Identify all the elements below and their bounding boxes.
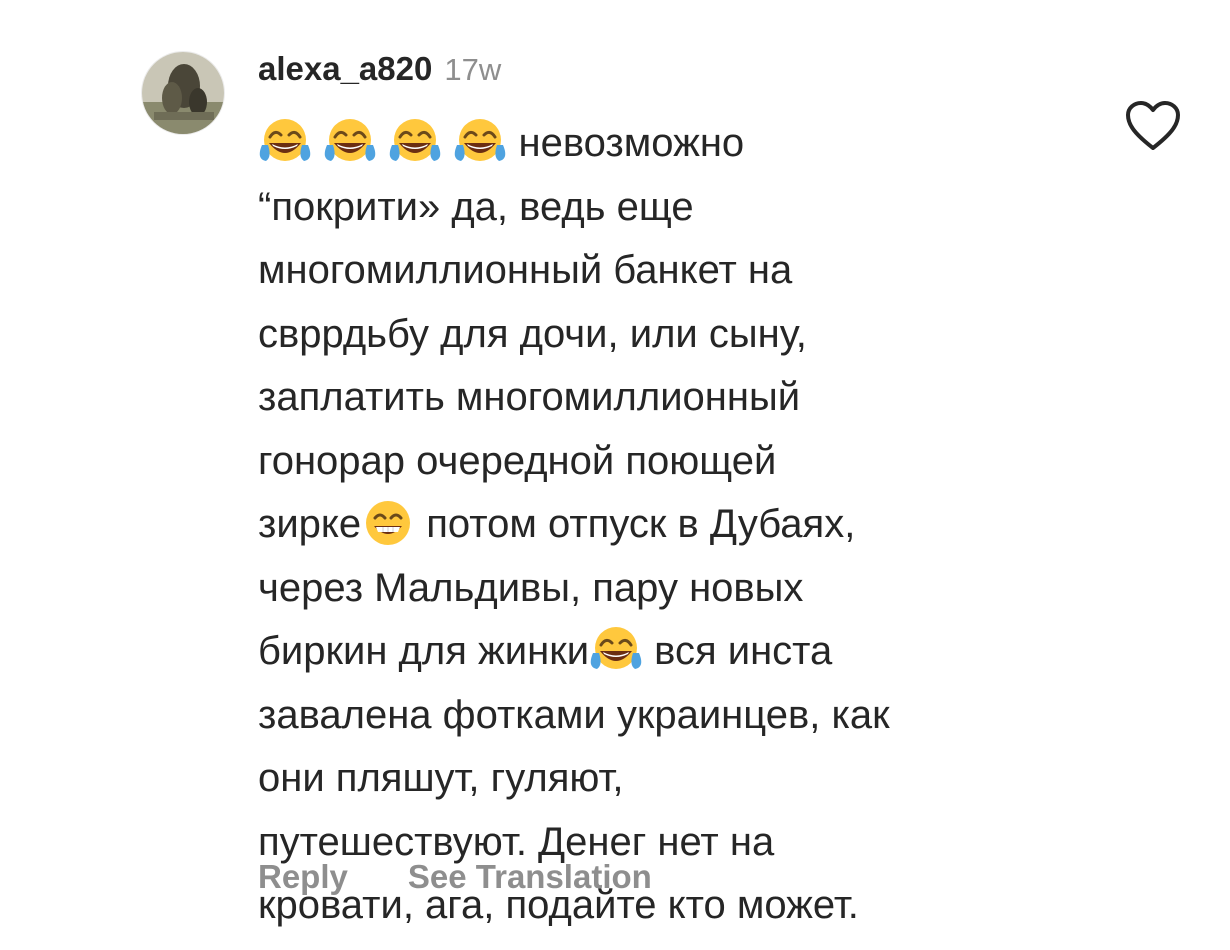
comment-line: невозможно [258, 112, 1098, 176]
comment-line: через Мальдивы, пару новых [258, 565, 804, 610]
comment-actions: Reply See Translation [258, 858, 712, 896]
comment-line: свррдьбу для дочи, или сыну, [258, 311, 807, 356]
comment-text: невозможно “покрити» да, ведь еще многом… [258, 112, 1098, 938]
comment-line-text: невозможно [518, 121, 745, 165]
avatar-image [142, 52, 224, 134]
timestamp[interactable]: 17w [444, 52, 501, 88]
heart-outline-icon[interactable] [1125, 100, 1181, 152]
face-with-tears-of-joy-icon [258, 115, 312, 169]
reply-button[interactable]: Reply [258, 858, 348, 896]
comment: alexa_a820 17w невозможно “покрити» да, … [0, 0, 1230, 950]
comment-line-text: зирке [258, 502, 362, 546]
comment-line-text-after: вся инста [643, 629, 833, 673]
face-with-tears-of-joy-icon [388, 115, 442, 169]
comment-line: завалена фотками украинцев, как [258, 692, 890, 737]
comment-line: биркин для жинки вся инста [258, 620, 1098, 684]
comment-line: заплатить многомиллионный [258, 375, 801, 419]
comment-line: они пляшут, гуляют, [258, 756, 624, 800]
face-with-tears-of-joy-icon [323, 115, 377, 169]
comment-line: зирке потом отпуск в Дубаях, [258, 493, 1098, 557]
comment-line: многомиллионный банкет на [258, 248, 793, 292]
avatar[interactable] [142, 52, 224, 134]
comment-line-text: биркин для жинки [258, 629, 590, 673]
comment-line-text-after: потом отпуск в Дубаях, [415, 502, 856, 546]
see-translation-button[interactable]: See Translation [408, 858, 652, 896]
face-with-tears-of-joy-icon [589, 623, 643, 677]
grinning-face-with-smiling-eyes-icon [361, 496, 415, 550]
comment-header: alexa_a820 17w [258, 50, 501, 96]
comment-line: “покрити» да, ведь еще [258, 184, 694, 229]
username[interactable]: alexa_a820 [258, 50, 432, 88]
face-with-tears-of-joy-icon [453, 115, 508, 169]
comment-line: гонорар очередной поющей [258, 438, 777, 483]
